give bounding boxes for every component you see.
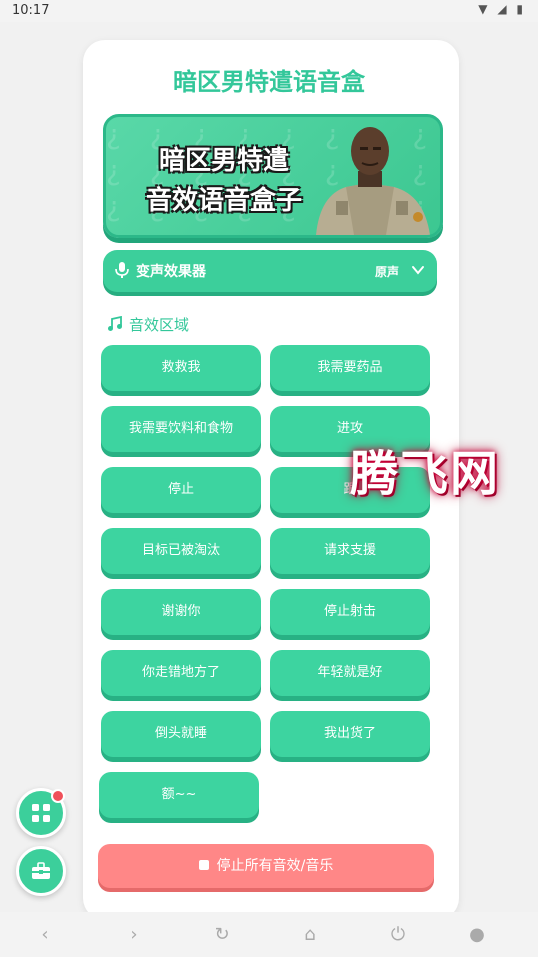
stop-all-button[interactable]: 停止所有音效/音乐 bbox=[98, 844, 434, 888]
sound-section-title: 音效区域 bbox=[129, 316, 190, 334]
sound-button[interactable]: 停止射击 bbox=[270, 589, 430, 635]
music-note-icon bbox=[108, 316, 122, 331]
grid-icon bbox=[32, 804, 50, 822]
sound-button[interactable]: 我需要药品 bbox=[270, 345, 430, 391]
banner-line-2: 音效语音盒子 bbox=[145, 186, 302, 216]
chevron-down-icon bbox=[412, 266, 424, 275]
signal-icon: ◢ bbox=[497, 2, 510, 16]
sound-button[interactable]: 额~~ bbox=[99, 772, 259, 818]
stop-all-label: 停止所有音效/音乐 bbox=[216, 858, 334, 874]
voice-changer-label: 变声效果器 bbox=[136, 264, 206, 280]
stop-icon bbox=[198, 860, 209, 870]
sound-button[interactable]: 我出货了 bbox=[270, 711, 430, 757]
sound-button[interactable]: 目标已被淘汰 bbox=[101, 528, 261, 574]
status-icons: ▼ ◢ ▮ bbox=[478, 2, 526, 16]
sound-button[interactable]: 你走错地方了 bbox=[101, 650, 261, 696]
sound-button[interactable]: 我需要饮料和食物 bbox=[101, 406, 261, 452]
app-title: 暗区男特遣语音盒 bbox=[173, 68, 365, 96]
sound-button[interactable]: 停止 bbox=[101, 467, 261, 513]
sound-button[interactable]: 救救我 bbox=[101, 345, 261, 391]
status-bar: 10:17 ▼ ◢ ▮ bbox=[0, 0, 538, 22]
sound-button[interactable]: 倒头就睡 bbox=[101, 711, 261, 757]
grid-menu-button[interactable] bbox=[16, 788, 66, 838]
record-icon[interactable]: ● bbox=[466, 924, 488, 946]
sound-button[interactable]: 请求支援 bbox=[270, 528, 430, 574]
banner-line-1: 暗区男特遣 bbox=[158, 146, 289, 176]
toolbox-icon bbox=[32, 862, 50, 879]
sound-button[interactable]: 年轻就是好 bbox=[270, 650, 430, 696]
sound-button[interactable]: 谢谢你 bbox=[101, 589, 261, 635]
toolbox-button[interactable] bbox=[16, 846, 66, 896]
wifi-icon: ▼ bbox=[478, 2, 491, 16]
back-icon[interactable]: ‹ bbox=[34, 924, 56, 946]
refresh-icon[interactable]: ↻ bbox=[211, 924, 233, 946]
status-time: 10:17 bbox=[12, 3, 50, 18]
system-nav-bar: ‹ › ↻ ⌂ ⏻ ● bbox=[0, 912, 538, 957]
soldier-illustration bbox=[316, 127, 430, 235]
banner-text: 暗区男特遣 音效语音盒子 bbox=[124, 141, 324, 221]
voice-changer-value: 原声 bbox=[374, 265, 399, 279]
forward-icon[interactable]: › bbox=[123, 924, 145, 946]
notification-dot bbox=[51, 789, 65, 803]
home-icon[interactable]: ⌂ bbox=[299, 924, 321, 946]
voice-changer-dropdown[interactable]: 变声效果器 原声 bbox=[103, 250, 437, 292]
power-icon[interactable]: ⏻ bbox=[387, 924, 409, 946]
hero-banner: ¿ ¿ ¿ ¿ ¿ ¿ ¿ ¿ ¿ ¿ ¿ ¿ ¿ ¿ ¿ ¿ ¿ ¿ ¿ ¿ … bbox=[103, 114, 443, 238]
sound-section-header: 音效区域 bbox=[107, 314, 189, 335]
watermark-logo: 腾飞网 bbox=[350, 446, 501, 502]
battery-icon: ▮ bbox=[516, 2, 526, 16]
microphone-icon bbox=[115, 262, 129, 278]
